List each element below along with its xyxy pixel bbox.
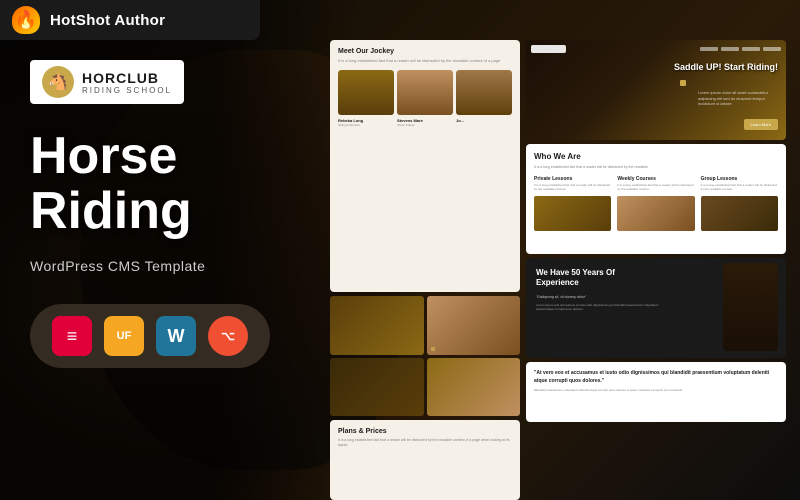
jockey-photo-3: [456, 70, 512, 115]
lesson-img-3: [701, 196, 778, 231]
nav-logo-mini: [531, 45, 566, 53]
lesson-desc-1: It is a long established fact that a rea…: [534, 184, 611, 192]
horse-img-2: [427, 296, 521, 355]
jockey-role-2: Show Trainer: [397, 123, 453, 127]
jockey-photo-1: [338, 70, 394, 115]
lessons-row: Private Lessons It is a long established…: [534, 176, 778, 231]
jockey-photo-2: [397, 70, 453, 115]
horse-img-1: [330, 296, 424, 355]
left-content-panel: 🐴 HORCLUB RIDING SCHOOL Horse Riding Wor…: [0, 0, 360, 500]
topbar: HotShot Author: [0, 0, 260, 40]
experience-preview-section: We Have 50 Years Of Experience "Gallopci…: [526, 258, 786, 358]
logo-main-text: HORCLUB: [82, 70, 172, 86]
ux-fusion-icon: UF: [104, 316, 144, 356]
jockey-title: Meet Our Jockey: [338, 48, 512, 55]
hero-nav-bar: [531, 45, 781, 53]
who-title: Who We Are: [534, 152, 778, 161]
preview-left-column: Meet Our Jockey It is a long established…: [330, 40, 520, 500]
jockey-role-1: Riding Instructor: [338, 123, 394, 127]
main-heading: Horse Riding: [30, 129, 330, 238]
lesson-img-1: [534, 196, 611, 231]
lesson-title-2: Weekly Courses: [617, 176, 694, 182]
lesson-desc-3: It is a long established fact that a rea…: [701, 184, 778, 192]
horses-image-grid: [330, 296, 520, 416]
nav-link-3: [742, 47, 760, 51]
nav-link-4: [763, 47, 781, 51]
brand-name: HotShot Author: [50, 12, 165, 29]
jockey-card-2: Stevens Mare Show Trainer: [397, 70, 453, 127]
lesson-col-3: Group Lessons It is a long established f…: [701, 176, 778, 231]
plans-preview-section: Plans & Prices It is a long established …: [330, 420, 520, 500]
jockey-desc: It is a long established fact that a rea…: [338, 58, 512, 64]
subtitle: WordPress CMS Template: [30, 258, 330, 274]
flame-icon: [12, 6, 40, 34]
tech-icons-row: ≡ UF W ⌥: [30, 304, 270, 368]
lesson-col-1: Private Lessons It is a long established…: [534, 176, 611, 231]
exp-rider-image: [723, 263, 778, 351]
horse-img-4: [427, 358, 521, 417]
lesson-title-1: Private Lessons: [534, 176, 611, 182]
exp-text: Lorem ipsum and accusamus et iusto odio …: [536, 303, 666, 312]
quote-preview-section: "At vero eos et accusamus et iusto odio …: [526, 362, 786, 422]
git-icon: ⌥: [208, 316, 248, 356]
nav-link-1: [700, 47, 718, 51]
quote-text: "At vero eos et accusamus et iusto odio …: [534, 370, 778, 385]
jockey-card-1: Rebeka Long Riding Instructor: [338, 70, 394, 127]
wordpress-icon: W: [156, 316, 196, 356]
jockey-preview-section: Meet Our Jockey It is a long established…: [330, 40, 520, 292]
logo-box: 🐴 HORCLUB RIDING SCHOOL: [30, 60, 184, 104]
jockey-card-3: Jo... ...: [456, 70, 512, 127]
quote-small: Blandidit praesentium voluptatum delenit…: [534, 388, 778, 392]
plans-title: Plans & Prices: [338, 428, 512, 435]
hero-headline: Saddle UP! Start Riding!: [674, 62, 778, 74]
lesson-title-3: Group Lessons: [701, 176, 778, 182]
lesson-col-2: Weekly Courses It is a long established …: [617, 176, 694, 231]
elementor-icon: ≡: [52, 316, 92, 356]
nav-links-mini: [700, 47, 781, 51]
who-desc: It is a long established fact that a rea…: [534, 165, 778, 170]
jockey-role-3: ...: [456, 123, 512, 127]
lesson-desc-2: It is a long established fact that a rea…: [617, 184, 694, 192]
logo-sub-text: RIDING SCHOOL: [82, 86, 172, 95]
nav-link-2: [721, 47, 739, 51]
website-preview-panel: Meet Our Jockey It is a long established…: [330, 40, 800, 500]
hero-button-mini: Learn More: [744, 119, 778, 130]
who-preview-section: Who We Are It is a long established fact…: [526, 144, 786, 254]
exp-title: We Have 50 Years Of Experience: [536, 268, 656, 289]
logo-icon: 🐴: [42, 66, 74, 98]
hero-text-small: Lorem ipsum dolor sit amet consectetur a…: [698, 90, 778, 107]
plans-desc: It is a long established fact that a rea…: [338, 438, 512, 448]
hero-accent-dot: [680, 80, 686, 86]
heading-line1: Horse: [30, 127, 177, 185]
logo-text: HORCLUB RIDING SCHOOL: [82, 70, 172, 95]
preview-right-column: Saddle UP! Start Riding! Lorem ipsum dol…: [526, 40, 786, 500]
jockey-grid: Rebeka Long Riding Instructor Stevens Ma…: [338, 70, 512, 127]
heading-line2: Riding: [30, 182, 192, 240]
hero-preview-section: Saddle UP! Start Riding! Lorem ipsum dol…: [526, 40, 786, 140]
lesson-img-2: [617, 196, 694, 231]
horse-img-3: [330, 358, 424, 417]
